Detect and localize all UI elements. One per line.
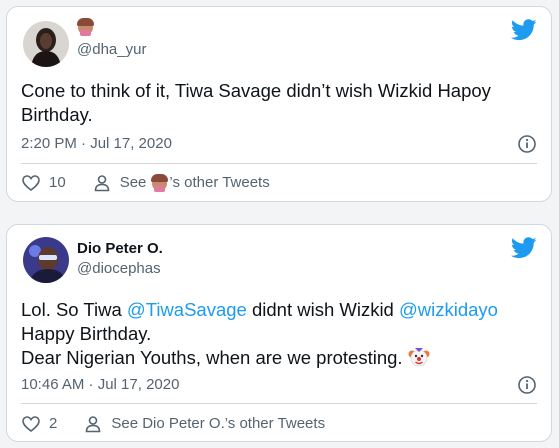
avatar-image xyxy=(23,21,69,67)
mention-link-wizkidayo[interactable]: @wizkidayo xyxy=(399,299,498,320)
tweet-text-line: Happy Birthday. xyxy=(21,323,152,344)
woman-tipping-hand-emoji xyxy=(151,173,169,192)
see-other-tweets-link[interactable]: See ’s other Tweets xyxy=(92,173,270,193)
tweet-text-line: Dear Nigerian Youths, when are we protes… xyxy=(21,347,408,368)
like-count: 2 xyxy=(49,415,58,432)
person-icon xyxy=(94,175,109,192)
avatar[interactable] xyxy=(23,21,69,67)
other-tweets-suffix: ’s other Tweets xyxy=(169,174,270,191)
woman-tipping-hand-emoji xyxy=(77,18,94,36)
like-count: 10 xyxy=(49,174,66,191)
other-tweets-label: See Dio Peter O.’s other Tweets xyxy=(111,415,326,432)
twitter-bird-icon[interactable] xyxy=(511,19,537,41)
author-handle[interactable]: @diocephas xyxy=(77,259,161,279)
timestamp-link[interactable]: 2:20 PM · Jul 17, 2020 xyxy=(21,134,172,154)
twitter-bird-icon[interactable] xyxy=(511,237,537,259)
mention-link-tiwasavage[interactable]: @TiwaSavage xyxy=(127,299,247,320)
info-icon[interactable] xyxy=(517,134,537,154)
divider xyxy=(21,163,537,164)
like-button[interactable]: 2 xyxy=(21,414,57,434)
tweet-text-part: Lol. So Tiwa xyxy=(21,299,127,320)
tweet-actions: 10 See ’s other Tweets xyxy=(21,173,270,193)
other-tweets-prefix: See xyxy=(119,174,147,191)
like-button[interactable]: 10 xyxy=(21,173,66,193)
tweet-text-part: didnt wish Wizkid xyxy=(246,299,399,320)
tweet-actions: 2 See Dio Peter O.’s other Tweets xyxy=(21,414,325,434)
see-other-tweets-link[interactable]: See Dio Peter O.’s other Tweets xyxy=(83,414,325,434)
author-name[interactable]: Dio Peter O. xyxy=(77,239,163,259)
clown-face-emoji xyxy=(408,348,430,367)
tweet-card[interactable]: @dha_yur Cone to think of it, Tiwa Savag… xyxy=(6,6,552,202)
timestamp-link[interactable]: 10:46 AM · Jul 17, 2020 xyxy=(21,375,179,395)
tweet-text: Cone to think of it, Tiwa Savage didn’t … xyxy=(21,80,491,125)
heart-icon xyxy=(22,416,40,433)
person-icon xyxy=(86,416,101,433)
tweet-card[interactable]: Dio Peter O. @diocephas Lol. So Tiwa @Ti… xyxy=(6,224,552,442)
avatar[interactable] xyxy=(23,237,69,283)
tweet-text: Lol. So Tiwa @TiwaSavage didnt wish Wizk… xyxy=(21,298,537,370)
avatar-image xyxy=(23,237,69,283)
info-icon[interactable] xyxy=(517,375,537,395)
author-handle[interactable]: @dha_yur xyxy=(77,40,146,60)
divider xyxy=(21,403,537,404)
heart-icon xyxy=(22,175,40,192)
